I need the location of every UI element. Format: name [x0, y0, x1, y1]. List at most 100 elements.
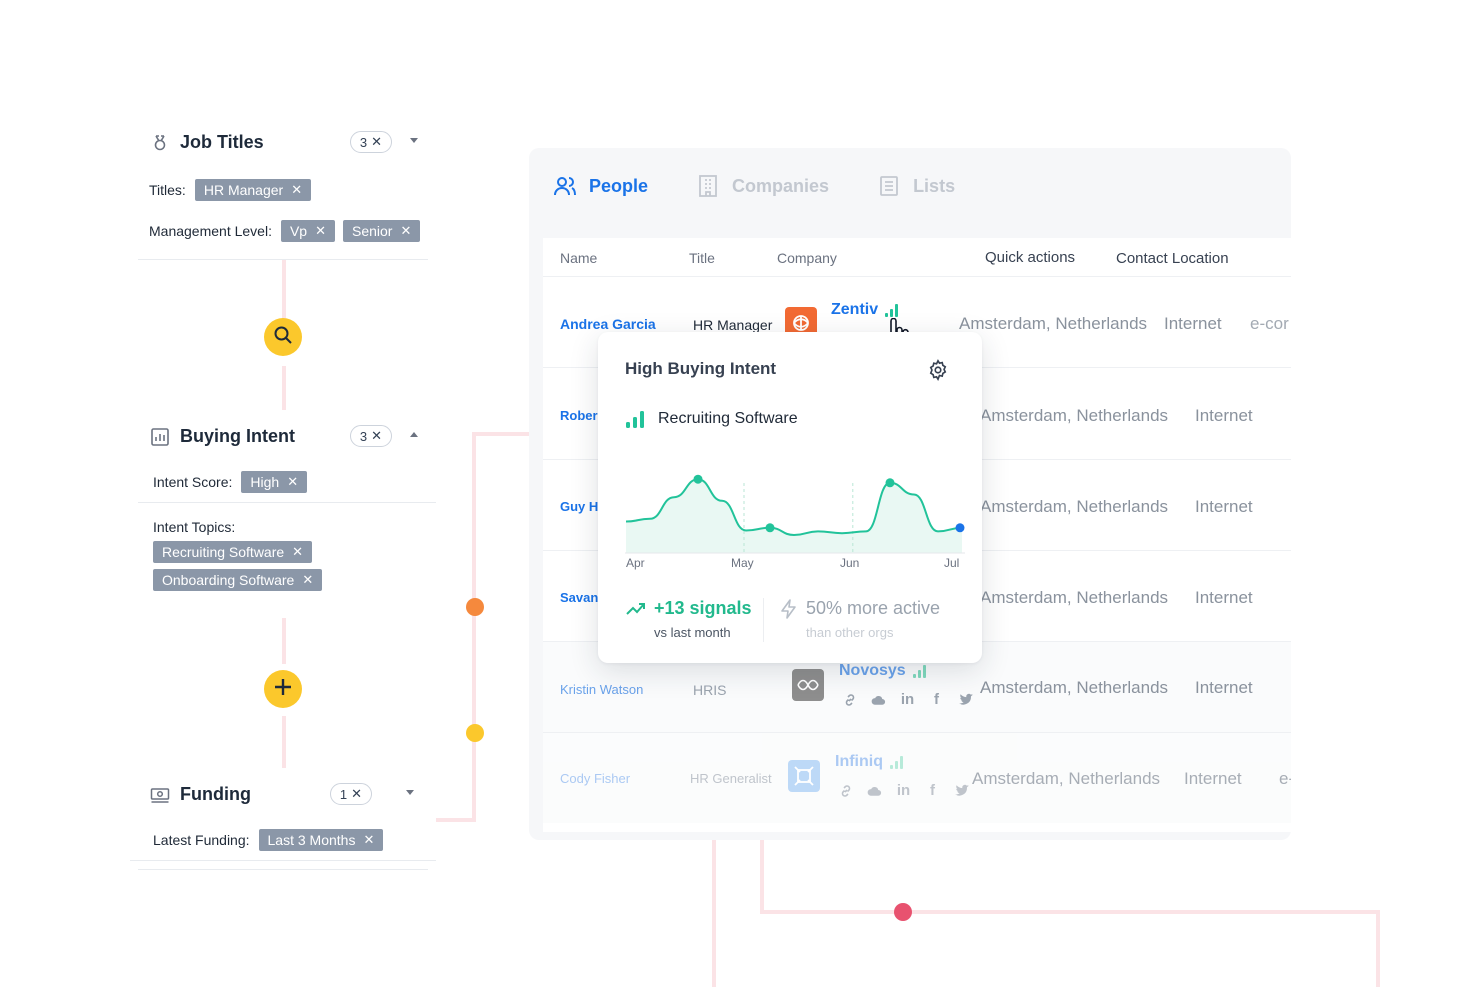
twitter-icon[interactable] [957, 691, 974, 708]
filter-tag[interactable]: High ✕ [241, 471, 308, 493]
clear-icon[interactable]: ✕ [371, 428, 382, 444]
filter-title: Job Titles [180, 132, 264, 152]
contact-name[interactable]: Andrea Garcia [560, 316, 656, 332]
badge-icon [150, 133, 170, 153]
remove-tag-icon[interactable]: ✕ [363, 832, 374, 848]
column-header-contact-location[interactable]: Contact Location [1116, 250, 1229, 267]
bar-chart-icon [150, 427, 170, 447]
filter-row-management-level: Management Level: Vp ✕ Senior ✕ [149, 220, 428, 242]
tab-companies[interactable]: Companies [696, 174, 829, 198]
cloud-icon[interactable] [870, 691, 887, 708]
chevron-down-icon[interactable] [410, 138, 418, 143]
connector-line [282, 716, 286, 768]
filter-tag[interactable]: Vp ✕ [280, 220, 335, 242]
filter-count-badge[interactable]: 1 ✕ [329, 783, 372, 805]
tab-people[interactable]: People [553, 174, 648, 198]
gear-icon[interactable] [927, 359, 949, 381]
remove-tag-icon[interactable]: ✕ [291, 182, 302, 198]
divider [763, 598, 764, 642]
intent-signal-icon [626, 411, 644, 428]
tab-lists[interactable]: Lists [877, 174, 955, 198]
column-header-quick-actions[interactable]: Quick actions [985, 249, 1075, 266]
filter-label: Management Level: [149, 223, 272, 239]
data-point[interactable] [693, 474, 703, 484]
filter-funding-header[interactable]: Funding 1 ✕ [150, 783, 420, 805]
chevron-up-icon[interactable] [410, 432, 418, 437]
contact-location: Amsterdam, Netherlands [980, 497, 1169, 516]
connector-dot [466, 724, 484, 742]
filter-tag[interactable]: HR Manager ✕ [194, 179, 312, 201]
contact-location: Amsterdam, Netherlands [980, 678, 1169, 697]
link-icon[interactable] [841, 691, 858, 708]
contact-title: HR Manager [693, 317, 773, 333]
remove-tag-icon[interactable]: ✕ [302, 572, 313, 588]
contact-name[interactable]: Guy H [560, 499, 598, 514]
add-filter-button[interactable] [264, 670, 302, 708]
twitter-icon[interactable] [953, 782, 970, 799]
industry: Internet [1195, 406, 1253, 425]
industry-extra: e- [1279, 769, 1291, 788]
filter-tag[interactable]: Onboarding Software ✕ [153, 569, 323, 591]
search-icon [273, 325, 293, 350]
company-name[interactable]: Zentiv [831, 301, 900, 319]
remove-tag-icon[interactable]: ✕ [287, 474, 298, 490]
remove-tag-icon[interactable]: ✕ [292, 544, 303, 560]
intent-trend-chart [625, 474, 965, 554]
data-point[interactable] [885, 478, 895, 488]
data-point[interactable] [955, 523, 965, 533]
contact-name[interactable]: Savan [560, 590, 598, 605]
industry: Internet [1164, 314, 1222, 333]
contact-name[interactable]: Kristin Watson [560, 682, 643, 697]
remove-tag-icon[interactable]: ✕ [315, 223, 326, 239]
filter-count-badge[interactable]: 3 ✕ [349, 131, 392, 153]
industry: Internet [1195, 588, 1253, 607]
connector-dot [466, 598, 484, 616]
filter-row-intent-score: Intent Score: High ✕ [153, 471, 315, 493]
column-header-company[interactable]: Company [777, 250, 837, 266]
connector-line [282, 366, 286, 410]
filter-tag[interactable]: Last 3 Months ✕ [258, 829, 384, 851]
contact-location: Amsterdam, Netherlands [980, 406, 1169, 425]
intent-topic: Recruiting Software [625, 409, 798, 429]
filter-tag[interactable]: Recruiting Software ✕ [153, 541, 313, 563]
filter-buying-intent-header[interactable]: Buying Intent 3 ✕ [150, 425, 420, 447]
chevron-down-icon[interactable] [406, 790, 414, 795]
divider [138, 502, 436, 503]
link-icon[interactable] [837, 782, 854, 799]
filter-row-topic: Onboarding Software ✕ [153, 569, 330, 591]
quick-actions: in f [841, 691, 974, 708]
popover-title: High Buying Intent [625, 359, 777, 378]
facebook-icon[interactable]: f [928, 691, 945, 708]
search-button[interactable] [264, 318, 302, 356]
linkedin-icon[interactable]: in [895, 782, 912, 799]
signals-stat: +13 signals vs last month [626, 598, 752, 640]
connector-line [282, 260, 286, 320]
column-header-title[interactable]: Title [689, 250, 715, 266]
linkedin-icon[interactable]: in [899, 691, 916, 708]
filter-label: Titles: [149, 182, 186, 198]
lightning-icon [781, 598, 796, 619]
list-icon [877, 174, 901, 198]
x-tick-label: May [731, 556, 754, 570]
filter-tag[interactable]: Senior ✕ [343, 220, 421, 242]
filter-row-topic: Recruiting Software ✕ [153, 541, 320, 563]
filter-title: Buying Intent [180, 426, 295, 446]
tab-bar: People Companies Lists [553, 174, 1003, 198]
column-header-name[interactable]: Name [560, 250, 597, 266]
company-name[interactable]: Infiniq [835, 753, 905, 771]
clear-icon[interactable]: ✕ [371, 134, 382, 150]
filter-label-intent-topics: Intent Topics: [153, 519, 236, 535]
cloud-icon[interactable] [866, 782, 883, 799]
contact-name[interactable]: Rober [560, 408, 598, 423]
filter-job-titles-header[interactable]: Job Titles 3 ✕ [150, 131, 420, 153]
contact-name[interactable]: Cody Fisher [560, 771, 630, 786]
connector-line [712, 840, 716, 987]
table-row[interactable]: Cody Fisher HR Generalist Infiniq in f A… [543, 733, 1291, 823]
filter-count-badge[interactable]: 3 ✕ [349, 425, 392, 447]
filter-row-titles: Titles: HR Manager ✕ [149, 179, 319, 201]
clear-icon[interactable]: ✕ [351, 786, 362, 802]
remove-tag-icon[interactable]: ✕ [400, 223, 411, 239]
data-point[interactable] [765, 523, 775, 533]
facebook-icon[interactable]: f [924, 782, 941, 799]
company-name[interactable]: Novosys [839, 662, 928, 680]
